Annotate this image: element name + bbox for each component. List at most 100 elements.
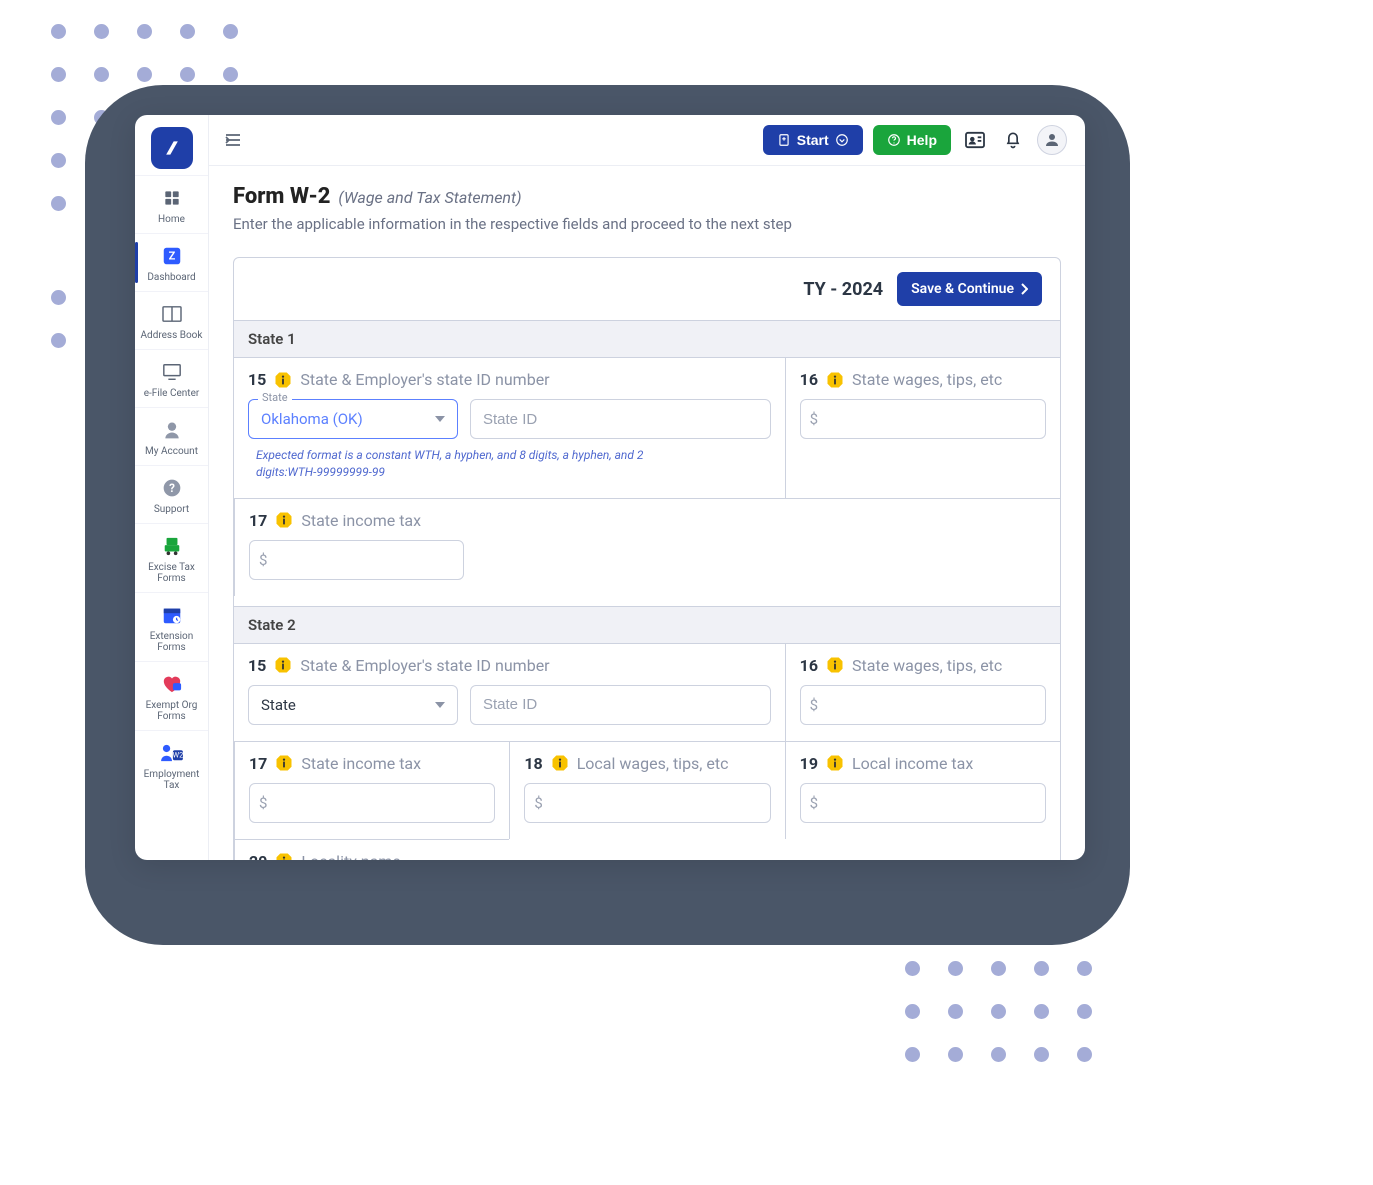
box-label: Local wages, tips, etc [577,754,729,773]
info-icon[interactable] [275,754,293,772]
sidebar-item-employment-tax[interactable]: W2 Employment Tax [135,730,208,799]
decoration-dot [991,1047,1006,1062]
info-icon[interactable] [826,656,844,674]
state1-box16: 16 State wages, tips, etc [785,357,1060,498]
decoration-dot [1034,1047,1049,1062]
decoration-dot [51,153,66,168]
avatar-icon [1043,131,1061,149]
sidebar-item-my-account[interactable]: My Account [135,407,208,465]
decoration-dot [137,67,152,82]
decoration-dot [948,961,963,976]
decoration-dot [1077,961,1092,976]
state-select[interactable]: Oklahoma (OK) [248,399,458,439]
state2-box16: 16 State wages, tips, etc [785,643,1060,741]
box-label: State income tax [301,511,421,530]
sidebar-item-exempt-org[interactable]: Exempt Org Forms [135,661,208,730]
box-label: Locality name [301,852,400,860]
box-number: 15 [248,656,266,675]
bell-icon[interactable] [999,126,1027,154]
local-wages-input[interactable] [524,783,770,823]
state1-box17: 17 State income tax [234,498,509,596]
help-label: Help [907,132,937,148]
heart-icon [160,672,184,696]
decoration-dot [51,110,66,125]
state-wages-input[interactable] [800,685,1046,725]
state-id-input[interactable] [470,399,771,439]
chevron-down-icon [435,416,445,422]
local-income-tax-input[interactable] [800,783,1046,823]
calendar-icon [160,603,184,627]
sidebar-item-extension-forms[interactable]: Extension Forms [135,592,208,661]
page-title-paren: (Wage and Tax Statement) [338,188,521,207]
top-bar: Start Help [209,115,1085,166]
state-wages-input[interactable] [800,399,1046,439]
box-number: 15 [248,370,266,389]
sidebar-item-label: Address Book [141,330,203,341]
box-label: Local income tax [852,754,973,773]
user-icon [160,418,184,442]
box-number: 17 [249,511,267,530]
state-select[interactable]: State [248,685,458,725]
tax-year-label: TY - 2024 [803,279,883,300]
info-icon[interactable] [826,371,844,389]
page-title: Form W-2 [233,184,330,209]
sidebar-item-address-book[interactable]: Address Book [135,291,208,349]
sidebar-item-label: Employment Tax [140,769,204,791]
info-icon[interactable] [826,754,844,772]
monitor-icon [160,360,184,384]
state-income-tax-input[interactable] [249,540,464,580]
save-continue-label: Save & Continue [911,281,1014,297]
sidebar-item-label: e-File Center [144,388,200,399]
decoration-dot [948,1004,963,1019]
decoration-dot [223,24,238,39]
info-icon[interactable] [274,371,292,389]
decoration-dot [1034,1004,1049,1019]
sidebar-item-excise-tax[interactable]: Excise Tax Forms [135,523,208,592]
sidebar-toggle-icon[interactable] [219,126,247,154]
decoration-dot [948,1047,963,1062]
info-icon[interactable] [275,511,293,529]
decoration-dot [905,961,920,976]
decoration-dot [94,24,109,39]
home-icon [160,186,184,210]
start-label: Start [797,132,829,148]
info-icon[interactable] [274,656,292,674]
decoration-dot [1077,1004,1092,1019]
svg-text:?: ? [169,481,175,495]
id-card-icon[interactable] [961,126,989,154]
state2-box15: 15 State & Employer's state ID number St… [234,643,785,741]
chevron-down-icon [835,133,849,147]
sidebar-item-dashboard[interactable]: Z Dashboard [135,233,208,291]
state-id-input[interactable] [470,685,771,725]
sidebar-item-efile-center[interactable]: e-File Center [135,349,208,407]
app-logo[interactable] [151,127,193,169]
logo-icon [162,138,182,158]
sidebar-item-home[interactable]: Home [135,175,208,233]
help-icon [887,133,901,147]
user-avatar[interactable] [1037,125,1067,155]
state2-box19: 19 Local income tax [785,741,1060,839]
decoration-dot [137,24,152,39]
decoration-dot [905,1047,920,1062]
box-number: 17 [249,754,267,773]
decoration-dot [223,67,238,82]
state-income-tax-input[interactable] [249,783,495,823]
box-number: 20 [249,852,267,860]
decoration-dot [94,67,109,82]
app-window: Home Z Dashboard Address Book e-File Cen… [135,115,1085,860]
svg-text:W2: W2 [172,751,183,760]
sidebar-item-support[interactable]: ? Support [135,465,208,523]
decoration-dot [51,290,66,305]
state2-header: State 2 [234,607,1060,643]
box-number: 18 [524,754,542,773]
save-continue-button[interactable]: Save & Continue [897,272,1042,306]
decoration-dot [180,24,195,39]
decoration-dot [51,333,66,348]
info-icon[interactable] [275,852,293,860]
box-label: State & Employer's state ID number [300,370,549,389]
start-button[interactable]: Start [763,125,863,155]
form-card: TY - 2024 Save & Continue State 1 15 [233,257,1061,860]
sidebar: Home Z Dashboard Address Book e-File Cen… [135,115,209,860]
info-icon[interactable] [551,754,569,772]
help-button[interactable]: Help [873,125,951,155]
